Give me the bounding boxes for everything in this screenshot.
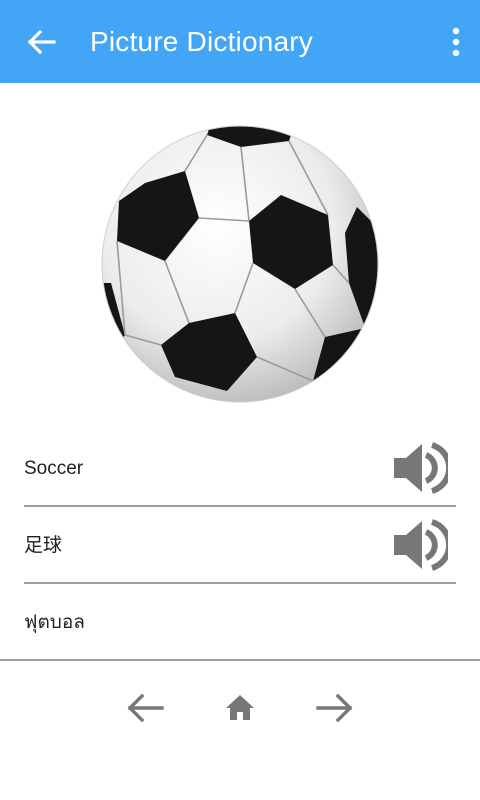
arrow-left-icon xyxy=(27,29,56,55)
bottom-divider xyxy=(0,659,480,661)
home-button[interactable] xyxy=(218,686,262,730)
word-english: Soccer xyxy=(24,458,84,479)
next-word-button[interactable] xyxy=(312,686,356,730)
arrow-right-icon xyxy=(316,693,353,723)
soccer-ball-image xyxy=(99,123,381,405)
home-icon xyxy=(226,695,254,720)
word-row-chinese: 足球 xyxy=(24,507,456,583)
word-chinese: 足球 xyxy=(24,535,63,556)
speaker-icon xyxy=(394,442,453,494)
play-english-audio-button[interactable] xyxy=(392,440,453,496)
word-thai: ฟุตบอล xyxy=(24,612,85,633)
page-title: Picture Dictionary xyxy=(90,26,314,57)
word-row-english: Soccer xyxy=(24,430,456,506)
play-chinese-audio-button[interactable] xyxy=(392,517,453,573)
speaker-icon xyxy=(394,519,453,571)
overflow-menu-button[interactable] xyxy=(444,22,468,62)
app-bar: Picture Dictionary xyxy=(0,0,480,83)
arrow-left-icon xyxy=(127,693,164,723)
back-button[interactable] xyxy=(22,24,62,60)
word-row-thai: ฟุตบอล xyxy=(24,584,456,660)
more-vertical-icon xyxy=(452,27,460,57)
previous-word-button[interactable] xyxy=(124,686,168,730)
